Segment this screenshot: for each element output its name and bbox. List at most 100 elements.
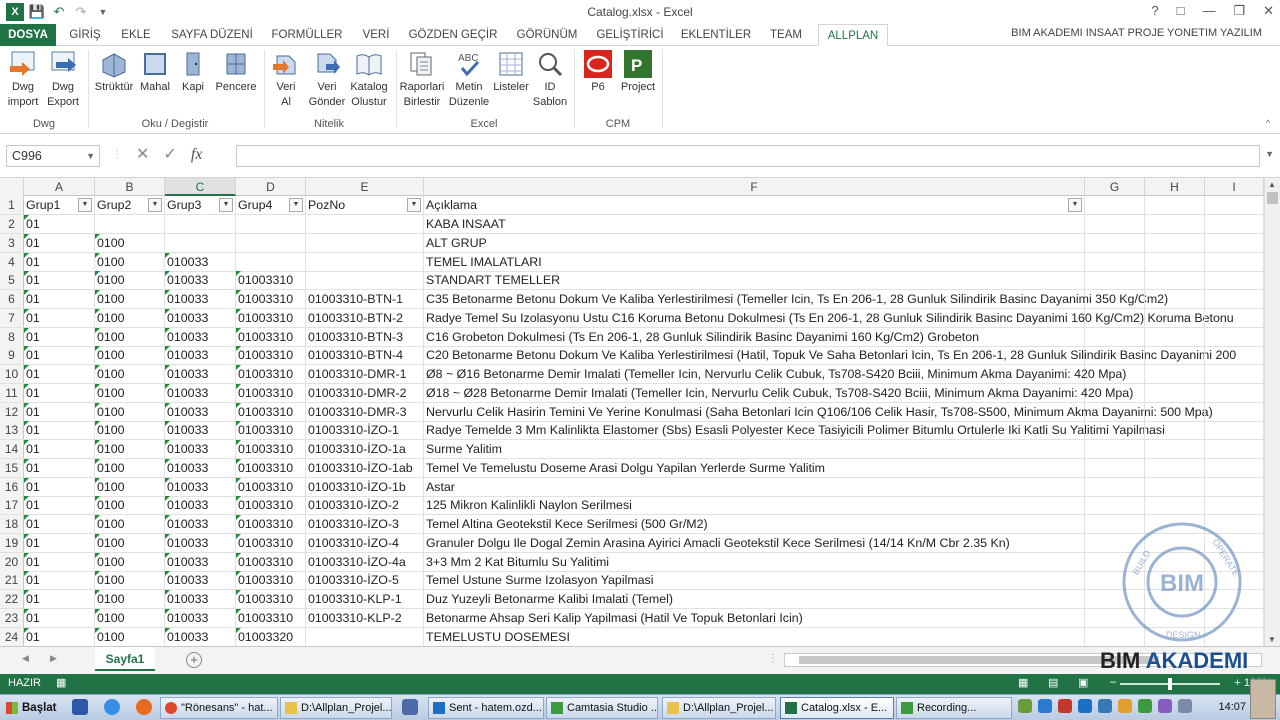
sheet-tab-sayfa1[interactable]: Sayfa1 xyxy=(95,647,155,671)
cell-b[interactable]: 0100 xyxy=(95,346,165,365)
drag-handle-icon[interactable]: ⋮ xyxy=(112,145,122,165)
cell-f[interactable]: Nervurlu Celik Hasirin Temini Ve Yerine … xyxy=(424,402,1213,421)
task-excel-catalog[interactable]: Catalog.xlsx - E... xyxy=(780,697,894,719)
cell-d[interactable]: 01003310 xyxy=(236,271,306,290)
row-header[interactable]: 21 xyxy=(0,571,24,590)
cell-c[interactable]: 010033 xyxy=(165,477,236,496)
cell-c[interactable]: 010033 xyxy=(165,458,236,477)
column-header-d[interactable]: D xyxy=(236,178,306,196)
cell-e[interactable] xyxy=(306,627,424,646)
cell-a[interactable]: 01 xyxy=(24,440,95,458)
cell-f[interactable]: Betonarme Ahsap Seri Kalip Yapilmasi (Ha… xyxy=(424,608,1085,627)
cell[interactable] xyxy=(1085,458,1145,477)
cell[interactable] xyxy=(1145,308,1205,327)
tab-split-handle-icon[interactable]: ⋮ xyxy=(768,653,778,664)
cell[interactable] xyxy=(1145,496,1205,515)
cell-b[interactable]: 0100 xyxy=(95,627,165,646)
cell-d[interactable]: 01003310 xyxy=(236,402,306,421)
row-header[interactable]: 20 xyxy=(0,552,24,571)
cell[interactable] xyxy=(1145,215,1205,233)
cell[interactable] xyxy=(1085,346,1145,365)
header-cell-grup3[interactable]: Grup3 ▼ xyxy=(165,196,236,214)
cell-c[interactable]: 010033 xyxy=(165,496,236,515)
vertical-scrollbar[interactable]: ▲ ▼ xyxy=(1264,178,1280,646)
column-header-c[interactable]: C xyxy=(165,178,236,196)
cell[interactable] xyxy=(1145,440,1205,458)
kapi-button[interactable]: Kapi xyxy=(176,50,210,95)
cell-e[interactable]: 01003310-İZO-4 xyxy=(306,533,424,552)
cell[interactable] xyxy=(1205,496,1264,515)
row-header[interactable]: 23 xyxy=(0,608,24,627)
row-header[interactable]: 8 xyxy=(0,327,24,346)
cell-d[interactable]: 01003310 xyxy=(236,308,306,327)
cell-d[interactable]: 01003310 xyxy=(236,458,306,477)
tab-gozden-gecir[interactable]: GÖZDEN GEÇİR xyxy=(404,24,502,46)
cell-f[interactable]: Radye Temel Su Izolasyonu Ustu C16 Korum… xyxy=(424,308,1234,327)
cell-f[interactable]: KABA INSAAT xyxy=(424,215,1085,233)
close-icon[interactable]: ✕ xyxy=(1263,3,1274,19)
filter-dropdown-icon[interactable]: ▼ xyxy=(148,198,162,212)
cell-f[interactable]: 125 Mikron Kalinlikli Naylon Serilmesi xyxy=(424,496,1085,515)
row-header[interactable]: 4 xyxy=(0,252,24,271)
cell-f[interactable]: Temel Ustune Surme Izolasyon Yapilmasi xyxy=(424,571,1085,590)
cell-e[interactable]: 01003310-BTN-1 xyxy=(306,290,424,308)
cell-c[interactable]: 010033 xyxy=(165,590,236,608)
cell-d[interactable]: 01003310 xyxy=(236,383,306,402)
cell-e[interactable]: 01003310-BTN-4 xyxy=(306,346,424,365)
row-header[interactable]: 5 xyxy=(0,271,24,290)
cell[interactable] xyxy=(1145,327,1205,346)
row-header[interactable]: 1 xyxy=(0,196,24,214)
tray-icon[interactable] xyxy=(1158,699,1172,713)
page-layout-icon[interactable]: ▤ xyxy=(1048,676,1058,689)
task-outlook[interactable]: Sent - hatem.ozd... xyxy=(428,697,544,719)
cell-c[interactable]: 010033 xyxy=(165,440,236,458)
cell-e[interactable] xyxy=(306,233,424,252)
filter-dropdown-icon[interactable]: ▼ xyxy=(78,198,92,212)
pencere-button[interactable]: Pencere xyxy=(212,50,260,95)
cell-c[interactable]: 010033 xyxy=(165,271,236,290)
cell-f[interactable]: Temel Altina Geotekstil Kece Serilmesi (… xyxy=(424,515,1085,533)
cell-f[interactable]: TEMEL IMALATLARI xyxy=(424,252,1085,271)
filter-dropdown-icon[interactable]: ▼ xyxy=(289,198,303,212)
cell-e[interactable]: 01003310-İZO-3 xyxy=(306,515,424,533)
cell-e[interactable]: 01003310-KLP-2 xyxy=(306,608,424,627)
cell-d[interactable]: 01003310 xyxy=(236,346,306,365)
cell-d[interactable]: 01003320 xyxy=(236,627,306,646)
column-header-i[interactable]: I xyxy=(1205,178,1264,196)
enter-icon[interactable]: ✓ xyxy=(163,145,176,165)
cell[interactable] xyxy=(1085,365,1145,383)
p6-button[interactable]: P6 xyxy=(580,50,616,95)
cell-e[interactable] xyxy=(306,215,424,233)
tab-formuller[interactable]: FORMÜLLER xyxy=(266,24,348,46)
cell[interactable] xyxy=(1145,252,1205,271)
cell-e[interactable]: 01003310-DMR-2 xyxy=(306,383,424,402)
tab-allplan[interactable]: ALLPLAN xyxy=(818,24,888,47)
account-name[interactable]: BIM AKADEMI INSAAT PROJE YONETIM YAZILIM xyxy=(1011,27,1262,39)
tray-icon[interactable] xyxy=(1058,699,1072,713)
column-header-b[interactable]: B xyxy=(95,178,165,196)
tab-ekle[interactable]: EKLE xyxy=(112,24,160,46)
cell-b[interactable]: 0100 xyxy=(95,590,165,608)
listeler-button[interactable]: Listeler xyxy=(492,50,530,95)
cell[interactable] xyxy=(1145,346,1205,365)
show-desktop-icon[interactable] xyxy=(72,699,88,715)
veri-gonder-button[interactable]: Veri Gönder xyxy=(306,50,348,110)
cell-a[interactable]: 01 xyxy=(24,233,95,252)
cell[interactable] xyxy=(1085,496,1145,515)
worksheet-grid[interactable]: A B C D E F G H I 1 Grup1 ▼ Grup2 ▼ Grup3 ▼… xyxy=(0,178,1264,646)
cell[interactable] xyxy=(1205,327,1264,346)
cell-a[interactable]: 01 xyxy=(24,383,95,402)
expand-formula-icon[interactable]: ▼ xyxy=(1265,149,1274,159)
cell-b[interactable]: 0100 xyxy=(95,327,165,346)
cell[interactable] xyxy=(1205,383,1264,402)
cell-e[interactable]: 01003310-DMR-3 xyxy=(306,402,424,421)
raporlari-birlestir-button[interactable]: Raporlari Birlestir xyxy=(398,50,446,110)
cell[interactable] xyxy=(1205,440,1264,458)
cell-b[interactable]: 0100 xyxy=(95,365,165,383)
cell-f[interactable]: Temel Ve Temelustu Doseme Arasi Dolgu Ya… xyxy=(424,458,1085,477)
cell-d[interactable]: 01003310 xyxy=(236,533,306,552)
cell-a[interactable]: 01 xyxy=(24,421,95,440)
cell-b[interactable]: 0100 xyxy=(95,477,165,496)
cell-e[interactable]: 01003310-KLP-1 xyxy=(306,590,424,608)
cell[interactable] xyxy=(1085,271,1145,290)
